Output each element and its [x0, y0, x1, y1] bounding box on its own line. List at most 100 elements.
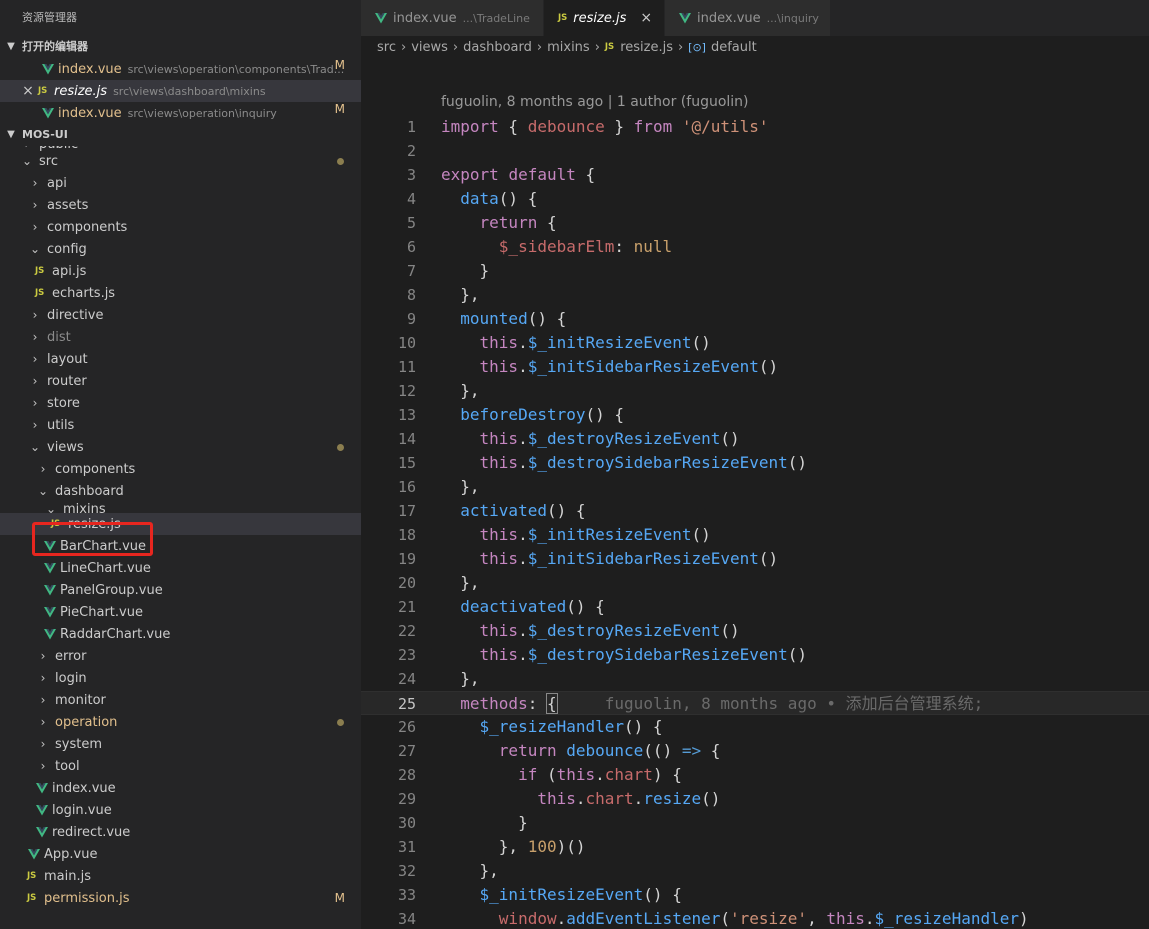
- breadcrumb-item[interactable]: views: [411, 40, 448, 55]
- tree-label: monitor: [55, 692, 106, 708]
- tree-folder[interactable]: › components: [0, 216, 361, 238]
- chevron-right-icon: ›: [677, 39, 684, 55]
- breadcrumb-item[interactable]: default: [711, 40, 757, 55]
- tree-file[interactable]: PieChart.vue: [0, 601, 361, 623]
- tree-file[interactable]: login.vue: [0, 799, 361, 821]
- line-number: 30: [397, 814, 416, 832]
- tree-folder[interactable]: ⌄ config: [0, 238, 361, 260]
- code-line: 21 deactivated() {: [361, 595, 1149, 619]
- line-number: 10: [397, 334, 416, 352]
- line-number: 12: [397, 382, 416, 400]
- code-line: 13 beforeDestroy() {: [361, 403, 1149, 427]
- tree-file[interactable]: JS echarts.js: [0, 282, 361, 304]
- tree-file[interactable]: App.vue: [0, 843, 361, 865]
- modified-dot: [337, 444, 344, 451]
- tree-folder[interactable]: › monitor: [0, 689, 361, 711]
- tree-folder[interactable]: › router: [0, 370, 361, 392]
- tree-folder[interactable]: › directive: [0, 304, 361, 326]
- line-number: 24: [397, 670, 416, 688]
- tree-folder[interactable]: › system: [0, 733, 361, 755]
- code-line: 9 mounted() {: [361, 307, 1149, 331]
- tab-description: ...\TradeLine: [462, 11, 530, 25]
- tree-file[interactable]: JS api.js: [0, 260, 361, 282]
- project-header[interactable]: ▼ MOS-UI: [0, 124, 361, 146]
- breadcrumb-item[interactable]: resize.js: [620, 40, 673, 55]
- tree-label: main.js: [44, 868, 91, 884]
- tree-file[interactable]: JS main.js: [0, 865, 361, 887]
- open-editor-path: src\views\operation\components\Trad...: [127, 62, 345, 76]
- tree-label: assets: [47, 197, 89, 213]
- code-editor[interactable]: fuguolin, 8 months ago | 1 author (fuguo…: [361, 58, 1149, 929]
- tree-label: src: [39, 153, 58, 169]
- line-number: 9: [406, 310, 416, 328]
- close-icon[interactable]: ×: [640, 10, 652, 26]
- tree-folder[interactable]: › api: [0, 172, 361, 194]
- tree-folder[interactable]: › components: [0, 458, 361, 480]
- tab-index-vue-inquiry[interactable]: index.vue ...\inquiry: [665, 0, 831, 36]
- code-line: 32 },: [361, 859, 1149, 883]
- tree-folder[interactable]: › operation: [0, 711, 361, 733]
- breadcrumb-item[interactable]: mixins: [547, 40, 590, 55]
- chevron-right-icon: ›: [400, 39, 407, 55]
- tree-file[interactable]: index.vue: [0, 777, 361, 799]
- breadcrumb-item[interactable]: dashboard: [463, 40, 532, 55]
- chevron-right-icon: ›: [40, 462, 46, 476]
- tree-file[interactable]: LineChart.vue: [0, 557, 361, 579]
- tree-folder[interactable]: ⌄ src: [0, 150, 361, 172]
- line-number: 3: [406, 166, 416, 184]
- tree-folder[interactable]: › store: [0, 392, 361, 414]
- tab-resize-js[interactable]: JS resize.js ×: [544, 0, 665, 36]
- tree-folder[interactable]: › layout: [0, 348, 361, 370]
- chevron-right-icon: ›: [594, 39, 600, 55]
- line-number: 33: [397, 886, 416, 904]
- chevron-down-icon: ⌄: [29, 440, 41, 454]
- symbol-module-icon: [⊙]: [688, 40, 706, 54]
- tree-file[interactable]: RaddarChart.vue: [0, 623, 361, 645]
- line-number: 1: [406, 118, 416, 136]
- tree-folder[interactable]: › dist: [0, 326, 361, 348]
- open-editor-item-active[interactable]: × JS resize.js src\views\dashboard\mixin…: [0, 80, 361, 102]
- line-number: 25: [397, 695, 416, 713]
- open-editors-header[interactable]: ▼ 打开的编辑器: [0, 36, 361, 58]
- editor-tabs: index.vue ...\TradeLine JS resize.js × i…: [361, 0, 1149, 36]
- open-editor-item[interactable]: index.vue src\views\operation\components…: [0, 58, 361, 80]
- codelens-blame[interactable]: fuguolin, 8 months ago | 1 author (fuguo…: [441, 94, 749, 110]
- code-line: 4 data() {: [361, 187, 1149, 211]
- line-number: 15: [397, 454, 416, 472]
- vue-icon: [28, 848, 40, 860]
- tree-folder[interactable]: › tool: [0, 755, 361, 777]
- breadcrumb-item[interactable]: src: [377, 40, 396, 55]
- chevron-right-icon: ›: [32, 220, 38, 234]
- line-number: 28: [397, 766, 416, 784]
- tree-folder[interactable]: › login: [0, 667, 361, 689]
- vue-icon: [36, 826, 48, 838]
- vue-icon: [679, 12, 691, 24]
- tab-label: resize.js: [573, 10, 627, 26]
- tree-label: login.vue: [52, 802, 112, 818]
- tree-file[interactable]: JS permission.js M: [0, 887, 361, 906]
- tree-label: permission.js: [44, 890, 130, 906]
- code-line: 19 this.$_initSidebarResizeEvent(): [361, 547, 1149, 571]
- close-icon[interactable]: ×: [18, 83, 38, 99]
- code-line: 7 }: [361, 259, 1149, 283]
- code-line: 18 this.$_initResizeEvent(): [361, 523, 1149, 547]
- tree-folder[interactable]: › utils: [0, 414, 361, 436]
- tree-label: redirect.vue: [52, 824, 131, 840]
- line-number: 6: [406, 238, 416, 256]
- chevron-right-icon: ›: [40, 671, 46, 685]
- tree-label: error: [55, 648, 87, 664]
- line-number: 20: [397, 574, 416, 592]
- project-title: MOS-UI: [22, 128, 68, 141]
- tree-folder[interactable]: ⌄ views: [0, 436, 361, 458]
- tab-index-vue-tradeline[interactable]: index.vue ...\TradeLine: [361, 0, 544, 36]
- tree-folder[interactable]: › assets: [0, 194, 361, 216]
- tree-file[interactable]: redirect.vue: [0, 821, 361, 843]
- js-icon: JS: [27, 871, 37, 881]
- open-editor-name: index.vue: [58, 61, 122, 77]
- open-editor-item[interactable]: index.vue src\views\operation\inquiry M: [0, 102, 361, 124]
- tree-label: utils: [47, 417, 75, 433]
- code-line: 30 }: [361, 811, 1149, 835]
- tree-folder[interactable]: › error: [0, 645, 361, 667]
- open-editor-name: resize.js: [54, 83, 108, 99]
- tree-file[interactable]: PanelGroup.vue: [0, 579, 361, 601]
